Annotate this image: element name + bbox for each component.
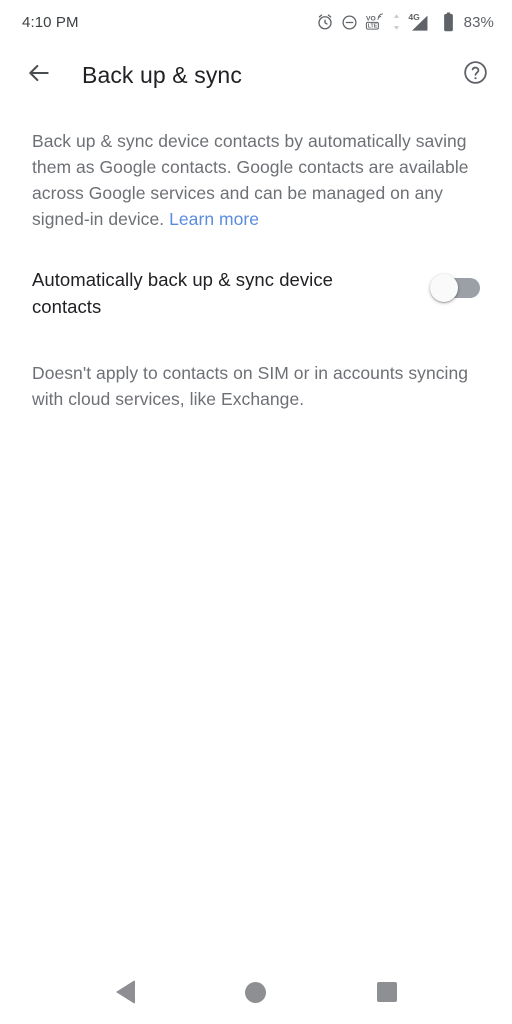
- svg-text:VO: VO: [366, 16, 376, 23]
- nav-recents-button[interactable]: [359, 968, 415, 1016]
- toggle-thumb: [430, 274, 458, 302]
- svg-text:4G: 4G: [408, 12, 420, 22]
- svg-text:LTE: LTE: [367, 24, 377, 30]
- alarm-icon: [316, 13, 334, 31]
- system-navigation-bar: [0, 960, 512, 1024]
- help-circle-icon: [462, 59, 489, 91]
- volte-icon: VO LTE: [365, 13, 385, 31]
- status-bar: 4:10 PM VO LTE 4G 83%: [0, 0, 512, 44]
- backup-sync-preference-row[interactable]: Automatically back up & sync device cont…: [32, 266, 480, 320]
- learn-more-link[interactable]: Learn more: [169, 209, 259, 229]
- do-not-disturb-icon: [341, 14, 358, 31]
- nav-back-triangle-icon: [115, 980, 135, 1004]
- backup-sync-toggle[interactable]: [430, 272, 480, 304]
- app-bar: Back up & sync: [0, 44, 512, 106]
- page-title: Back up & sync: [82, 61, 242, 88]
- battery-percent-label: 83%: [463, 13, 494, 31]
- intro-description: Back up & sync device contacts by automa…: [32, 128, 480, 232]
- signal-4g-icon: 4G: [408, 12, 436, 32]
- battery-icon: [443, 12, 454, 32]
- data-transfer-icon: [392, 13, 401, 31]
- settings-content: Back up & sync device contacts by automa…: [0, 106, 512, 960]
- nav-recents-square-icon: [376, 982, 397, 1002]
- help-button[interactable]: [458, 58, 492, 92]
- nav-home-circle-icon: [245, 981, 267, 1003]
- nav-home-button[interactable]: [228, 968, 284, 1016]
- status-bar-icons: VO LTE 4G 83%: [316, 12, 494, 32]
- footer-note: Doesn't apply to contacts on SIM or in a…: [32, 363, 469, 409]
- status-bar-clock: 4:10 PM: [22, 13, 79, 31]
- nav-back-button[interactable]: [97, 968, 153, 1016]
- phone-screen: 4:10 PM VO LTE 4G 83% Back up & sync Bac…: [0, 0, 512, 1024]
- back-arrow-icon: [26, 60, 52, 91]
- back-button[interactable]: [22, 58, 56, 92]
- backup-sync-preference-label: Automatically back up & sync device cont…: [32, 269, 333, 317]
